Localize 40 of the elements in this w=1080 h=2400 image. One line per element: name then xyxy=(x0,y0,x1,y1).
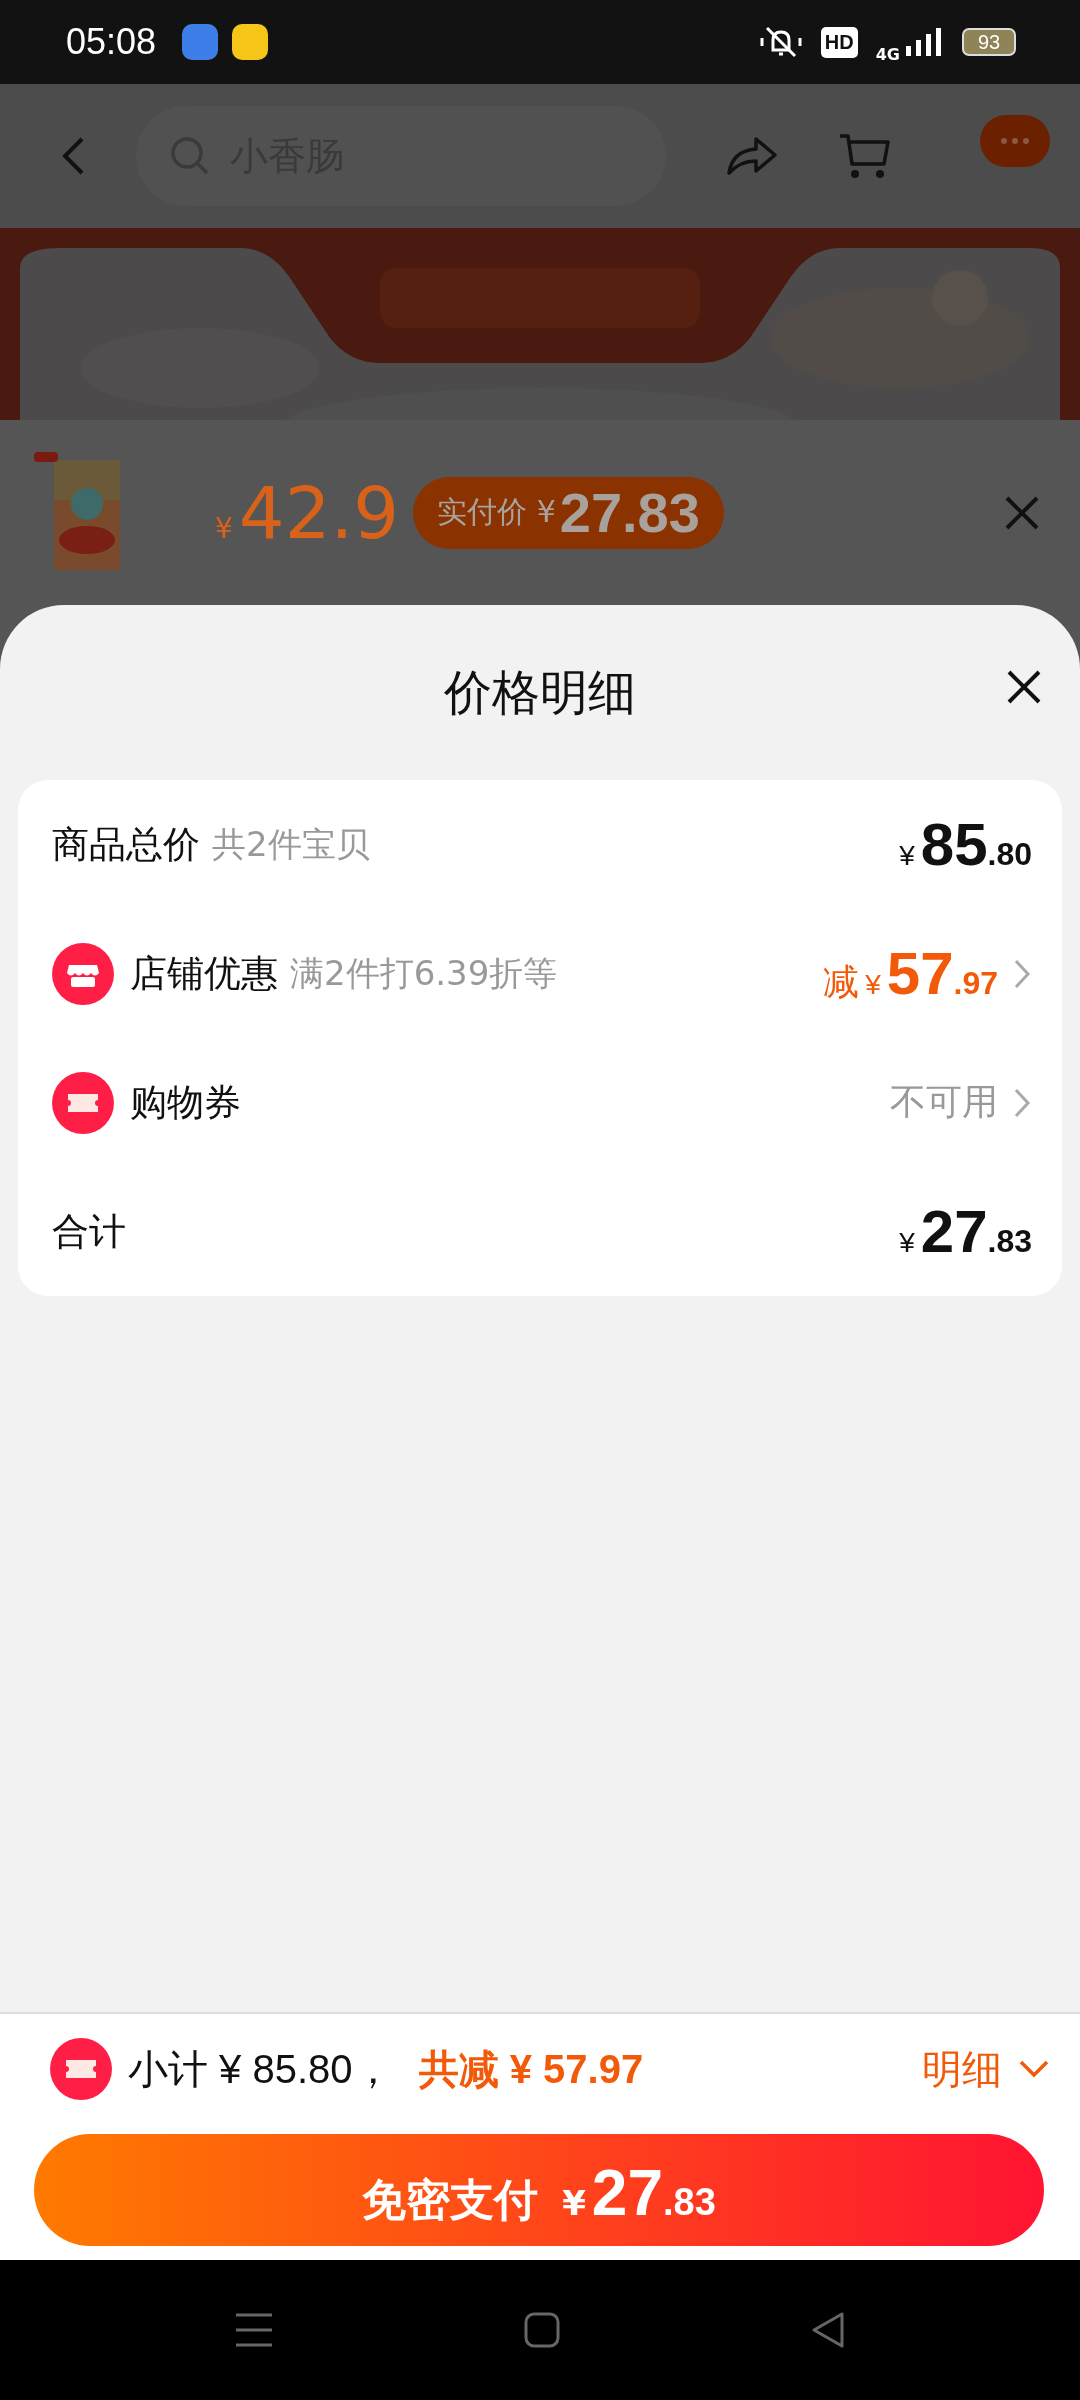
ticket-icon xyxy=(52,1071,114,1134)
row-note: 满2件打6.39折等 xyxy=(290,951,558,995)
back-icon[interactable] xyxy=(60,136,86,176)
clock: 05:08 xyxy=(66,21,157,63)
app-icon xyxy=(182,24,219,60)
app-icon xyxy=(232,24,269,60)
price-amount: ¥85.80 xyxy=(899,810,1032,879)
chevron-right-icon[interactable] xyxy=(1012,1086,1032,1119)
row-label: 合计 xyxy=(52,1208,126,1255)
detail-toggle[interactable]: 明细 xyxy=(922,2041,1050,2097)
close-icon[interactable] xyxy=(1006,669,1042,705)
sheet-title: 价格明细 xyxy=(444,662,636,722)
more-icon xyxy=(1000,137,1030,145)
cart-icon[interactable] xyxy=(838,132,890,180)
signal-icon xyxy=(904,26,944,58)
row-label: 店铺优惠 xyxy=(130,950,278,997)
pay-button[interactable]: 免密支付 ¥27.83 xyxy=(34,2134,1044,2246)
row-label: 购物券 xyxy=(130,1079,241,1126)
mute-bell-icon xyxy=(758,24,803,60)
store-icon xyxy=(52,942,114,1005)
subtotal-text: 小计 ¥ 85.80， xyxy=(128,2045,393,2093)
status-text: 不可用 xyxy=(890,1080,998,1124)
search-icon xyxy=(170,136,210,176)
price-amount: ¥27.83 xyxy=(899,1197,1032,1266)
ticket-icon xyxy=(50,2038,112,2100)
saving-text: 共减 ¥ 57.97 xyxy=(418,2045,644,2093)
discount-amount: 减 ¥57.97 xyxy=(823,939,998,1008)
network-label: 4G xyxy=(875,44,900,64)
product-price: ¥42.9 xyxy=(215,470,400,555)
row-label: 商品总价 xyxy=(52,821,200,868)
back-icon[interactable] xyxy=(810,2312,846,2348)
row-note: 共2件宝贝 xyxy=(212,822,370,866)
chevron-down-icon xyxy=(1018,2059,1050,2079)
home-icon[interactable] xyxy=(524,2312,560,2348)
menu-icon[interactable] xyxy=(234,2312,274,2348)
chevron-right-icon[interactable] xyxy=(1012,957,1032,990)
hd-badge: HD xyxy=(820,26,858,58)
share-icon[interactable] xyxy=(726,135,778,177)
more-button[interactable] xyxy=(980,115,1050,167)
battery-indicator: 93 xyxy=(962,28,1016,56)
